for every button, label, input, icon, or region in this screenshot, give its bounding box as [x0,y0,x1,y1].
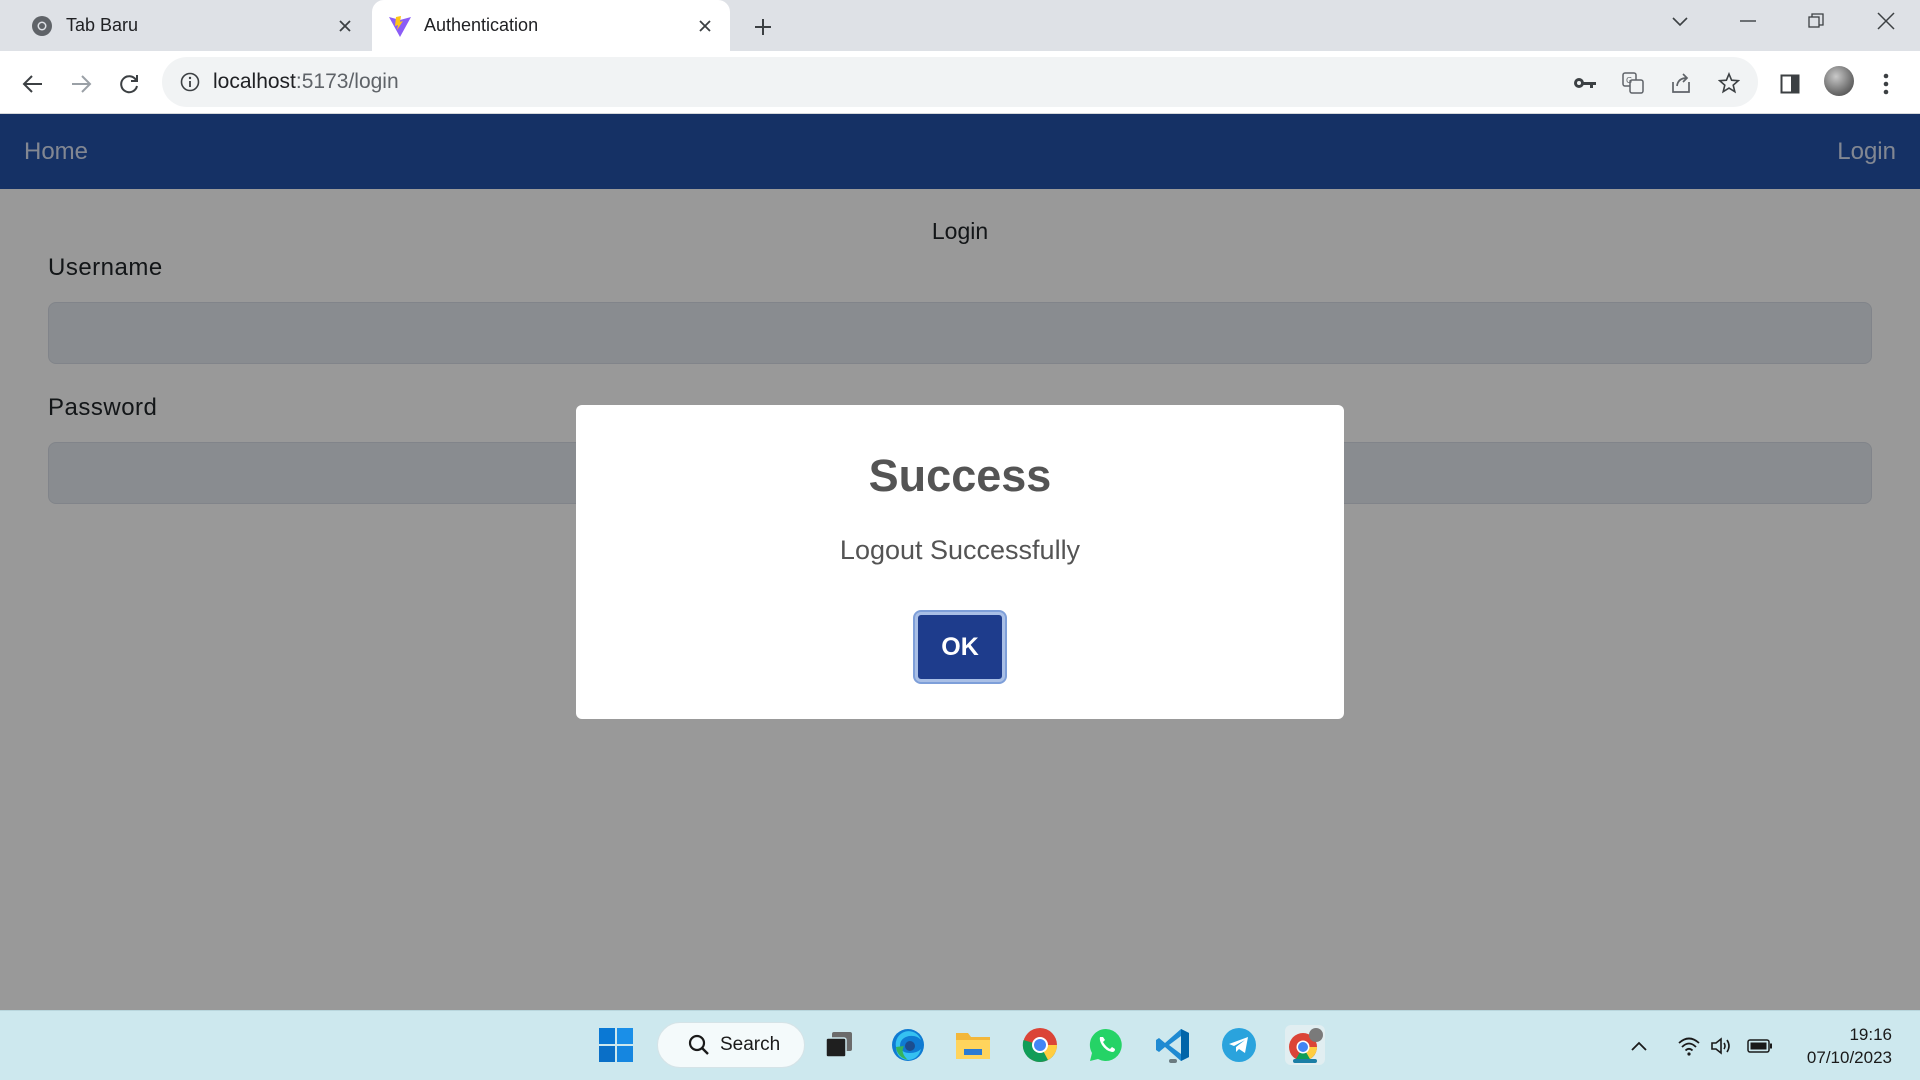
url-path: :5173/login [295,70,399,93]
site-info-icon[interactable] [178,70,202,94]
telegram-icon[interactable] [1218,1024,1260,1066]
edge-icon[interactable] [887,1024,929,1066]
tab-tab-baru[interactable]: Tab Baru [0,0,370,51]
windows-taskbar: Search 19:16 07/10/2023 [0,1010,1920,1080]
battery-icon[interactable] [1747,1033,1773,1059]
reload-button[interactable] [112,67,146,101]
profile-avatar[interactable] [1824,66,1854,96]
taskbar-clock[interactable]: 19:16 07/10/2023 [1807,1023,1892,1069]
running-app-indicator [1169,1059,1177,1063]
success-dialog: Success Logout Successfully OK [576,405,1344,719]
close-window-button[interactable] [1858,0,1914,42]
url-host: localhost [213,70,296,93]
task-view-icon[interactable] [818,1024,860,1066]
whatsapp-icon[interactable] [1085,1024,1127,1066]
browser-toolbar: localhost:5173/login G [0,51,1920,114]
svg-text:G: G [1626,76,1632,85]
side-panel-icon[interactable] [1773,67,1807,101]
volume-icon[interactable] [1709,1033,1735,1059]
tab-label: Tab Baru [66,15,139,35]
web-page: Home Login Login Username Password Succe… [0,114,1920,1010]
close-icon[interactable] [332,13,358,39]
bookmark-star-icon[interactable] [1716,70,1742,96]
chrome-menu-icon[interactable] [1869,67,1903,101]
search-icon [688,1034,710,1056]
close-icon[interactable] [692,13,718,39]
restore-button[interactable] [1788,0,1844,42]
new-tab-button[interactable] [748,12,778,42]
chrome-icon[interactable] [1019,1024,1061,1066]
password-key-icon[interactable] [1572,70,1598,96]
vite-icon [388,14,412,38]
minimize-button[interactable] [1720,0,1776,42]
dialog-message: Logout Successfully [839,535,1081,565]
browser-tab-strip: Tab Baru Authentication [0,0,1920,51]
tab-authentication[interactable]: Authentication [372,0,730,51]
back-button[interactable] [16,67,50,101]
wifi-icon[interactable] [1676,1033,1702,1059]
forward-button[interactable] [64,67,98,101]
address-bar[interactable]: localhost:5173/login G [162,57,1758,107]
active-app-indicator [1293,1059,1317,1063]
dialog-title: Success [868,450,1052,501]
ok-button[interactable]: OK [915,612,1005,682]
clock-time: 19:16 [1849,1025,1892,1044]
share-icon[interactable] [1668,70,1694,96]
show-hidden-icons-chevron-icon[interactable] [1626,1033,1652,1059]
translate-icon[interactable]: G [1620,70,1646,96]
clock-date: 07/10/2023 [1806,1048,1892,1067]
search-label: Search [720,1034,781,1055]
tab-label: Authentication [424,15,539,35]
tab-search-chevron-icon[interactable] [1652,0,1708,42]
url-text[interactable]: localhost:5173/login [213,70,399,94]
file-explorer-icon[interactable] [952,1024,994,1066]
chrome-icon [30,14,54,38]
taskbar-search[interactable]: Search [657,1022,805,1068]
windows-start-icon[interactable] [595,1024,637,1066]
